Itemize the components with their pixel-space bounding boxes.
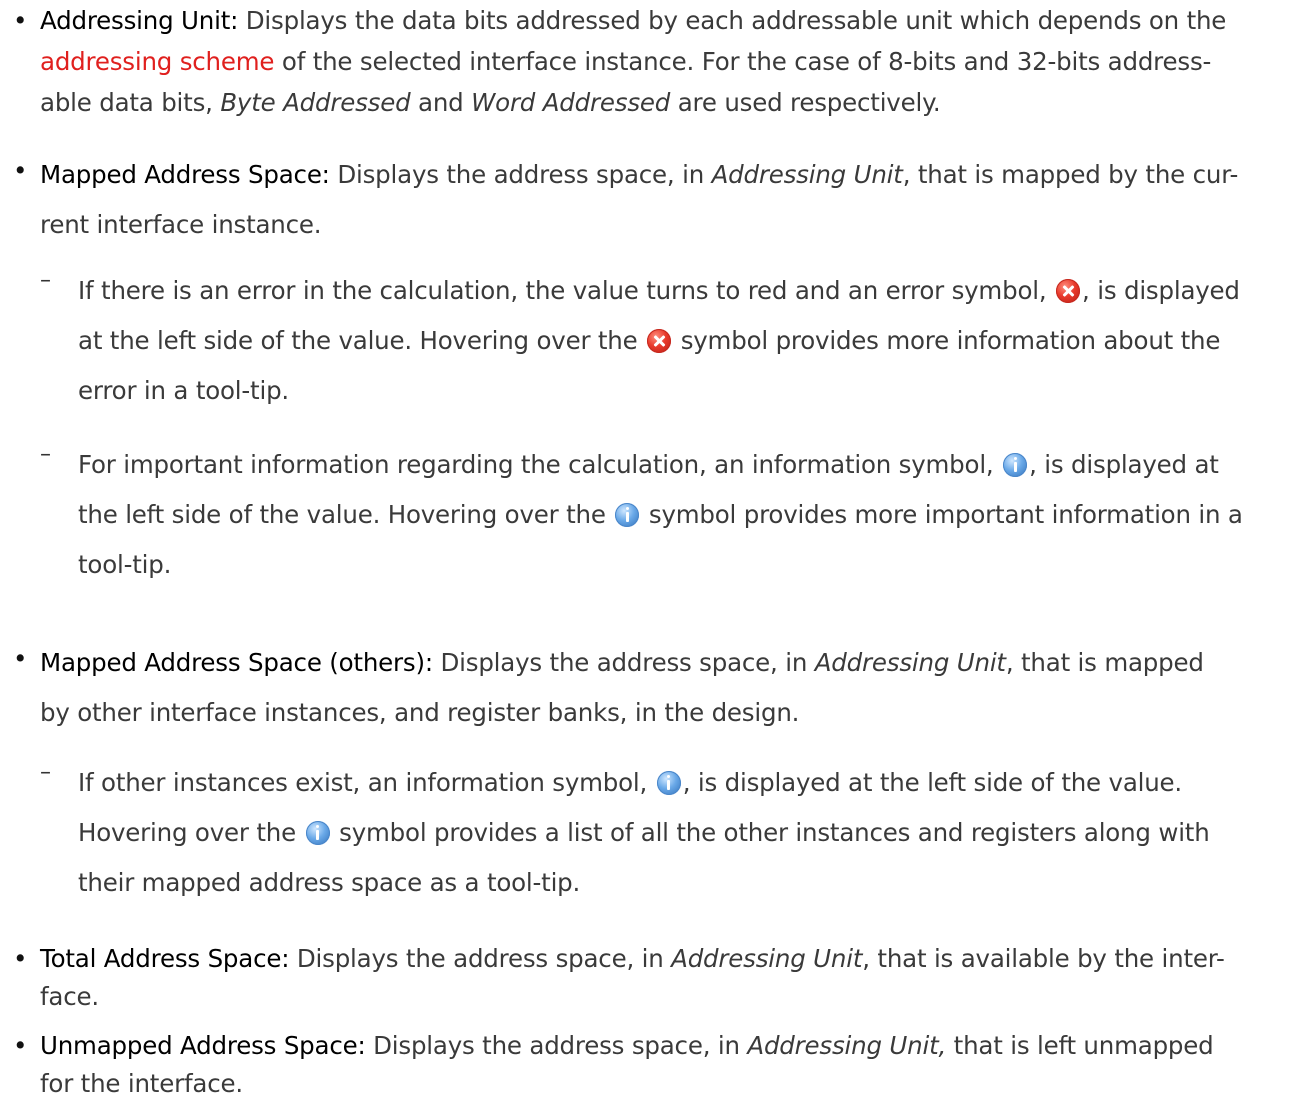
desc-text: symbol provides more information about t… <box>673 326 1221 355</box>
bullet-marker: • <box>13 6 28 35</box>
desc-text: rent interface instance. <box>40 210 322 239</box>
desc-text: symbol provides more important informati… <box>641 500 1243 529</box>
emphasis-addressing-unit: Addressing Unit, <box>747 1031 947 1060</box>
desc-text: error in a tool-tip. <box>78 376 290 405</box>
dash-marker: – <box>40 268 51 293</box>
desc-text: symbol provides a list of all the other … <box>331 818 1210 847</box>
desc-text: If other instances exist, an information… <box>78 768 655 797</box>
desc-text: Displays the address space, in <box>289 944 672 973</box>
term-addressing-unit: Addressing Unit: <box>40 6 239 35</box>
bullet-marker: • <box>13 1031 28 1060</box>
error-icon <box>1056 279 1081 303</box>
desc-text: Displays the address space, in <box>365 1031 748 1060</box>
document-body: • Addressing Unit: Displays the data bit… <box>0 0 1303 1098</box>
emphasis-addressing-unit: Addressing Unit <box>711 160 903 189</box>
info-icon <box>615 503 640 527</box>
desc-text: the left side of the value. Hovering ove… <box>78 500 614 529</box>
addressing-scheme-link[interactable]: addressing scheme <box>40 47 275 76</box>
desc-text: , that is mapped <box>1005 648 1204 677</box>
term-total-address-space: Total Address Space: <box>40 944 290 973</box>
desc-text: Displays the address space, in <box>329 160 712 189</box>
term-mapped-address-space: Mapped Address Space: <box>40 160 330 189</box>
bullet-marker: • <box>13 156 28 185</box>
desc-text: and <box>410 88 472 117</box>
term-mapped-address-space-others: Mapped Address Space (others): <box>40 648 433 677</box>
dash-marker: – <box>40 442 51 467</box>
emphasis-word-addressed: Word Addressed <box>471 88 671 117</box>
info-icon <box>656 771 681 795</box>
desc-text: , is displayed <box>1082 276 1240 305</box>
desc-text: at the left side of the value. Hovering … <box>78 326 646 355</box>
desc-text: , that is available by the inter- <box>862 944 1225 973</box>
bullet-marker: • <box>13 644 28 673</box>
desc-text: able data bits, <box>40 88 221 117</box>
desc-text: tool-tip. <box>78 550 172 579</box>
info-icon <box>305 821 330 845</box>
emphasis-addressing-unit: Addressing Unit <box>671 944 863 973</box>
desc-text: If there is an error in the calculation,… <box>78 276 1055 305</box>
desc-text: for the interface. <box>40 1069 243 1098</box>
desc-text: Displays the address space, in <box>432 648 815 677</box>
desc-text: that is left unmapped <box>946 1031 1214 1060</box>
emphasis-byte-addressed: Byte Addressed <box>220 88 411 117</box>
desc-text: of the selected interface instance. For … <box>274 47 1212 76</box>
error-icon <box>647 329 672 353</box>
bullet-marker: • <box>13 944 28 973</box>
term-unmapped-address-space: Unmapped Address Space: <box>40 1031 366 1060</box>
desc-text: their mapped address space as a tool-tip… <box>78 868 581 897</box>
desc-text: Displays the data bits addressed by each… <box>238 6 1227 35</box>
desc-text: , that is mapped by the cur- <box>902 160 1239 189</box>
desc-text: by other interface instances, and regist… <box>40 698 800 727</box>
desc-text: , is displayed at the left side of the v… <box>682 768 1183 797</box>
desc-text: are used respectively. <box>670 88 941 117</box>
info-icon <box>1003 453 1028 477</box>
desc-text: face. <box>40 982 99 1011</box>
dash-marker: – <box>40 760 51 785</box>
desc-text: Hovering over the <box>78 818 304 847</box>
emphasis-addressing-unit: Addressing Unit <box>814 648 1006 677</box>
desc-text: For important information regarding the … <box>78 450 1002 479</box>
desc-text: , is displayed at <box>1029 450 1219 479</box>
